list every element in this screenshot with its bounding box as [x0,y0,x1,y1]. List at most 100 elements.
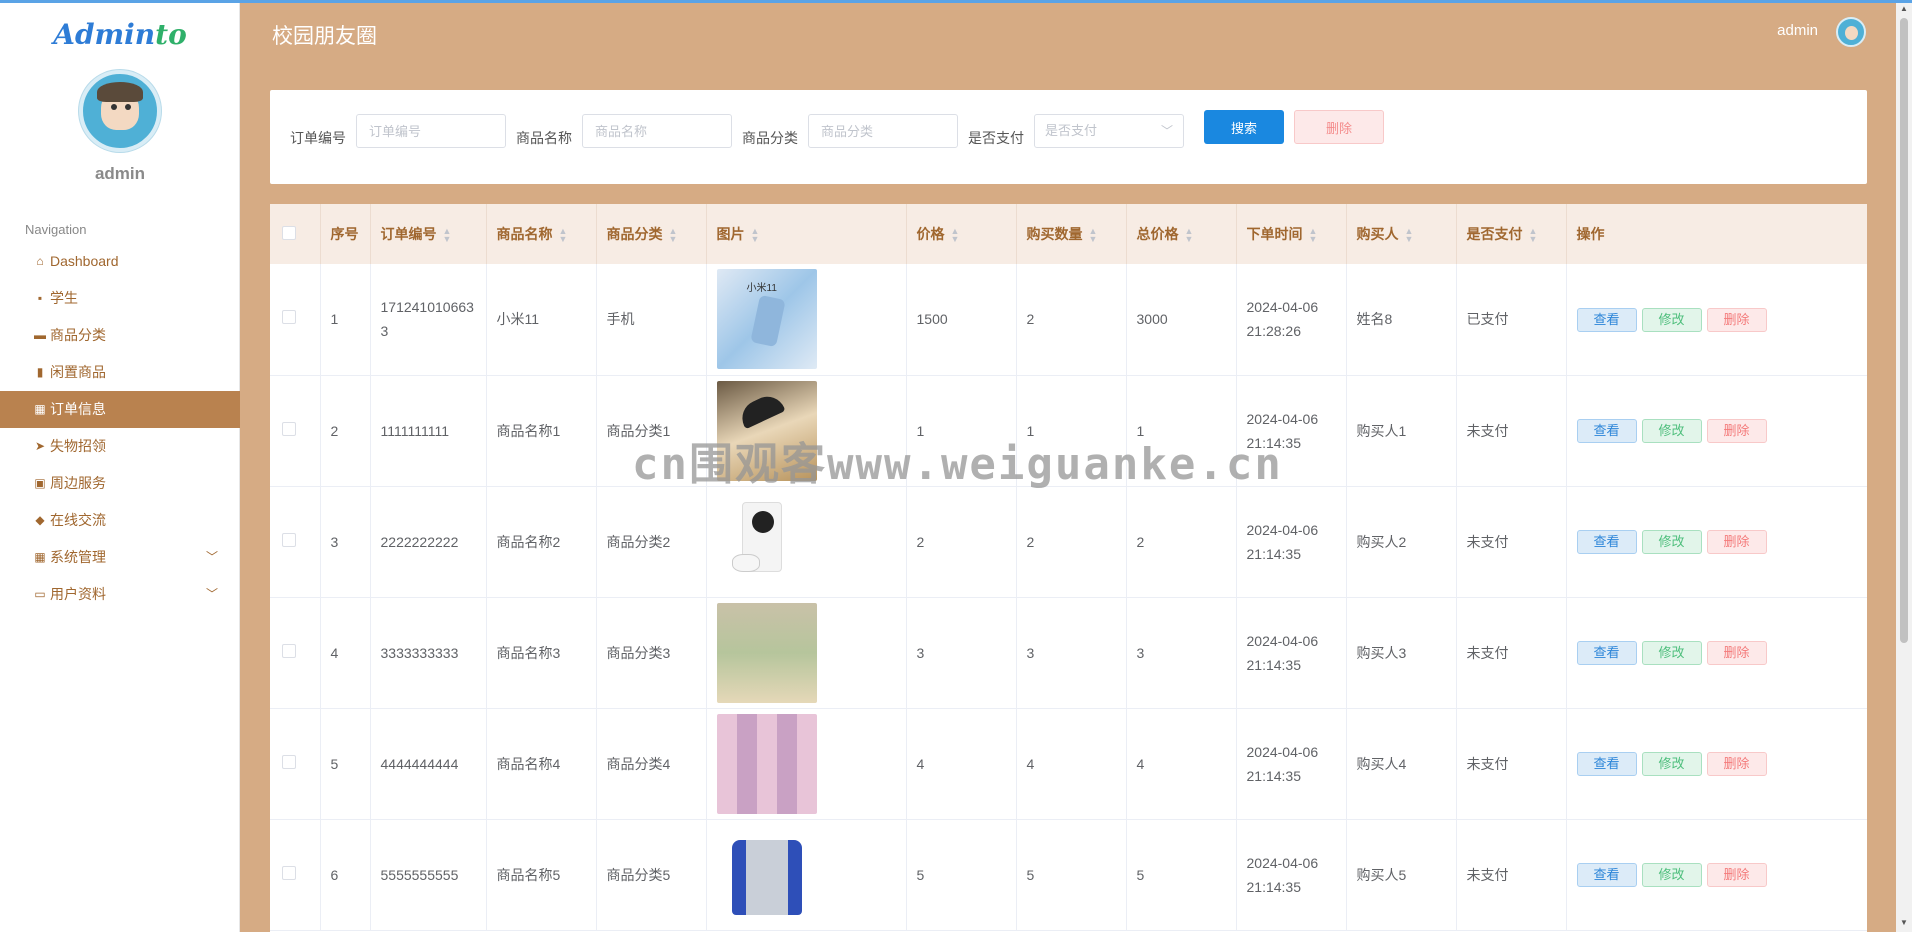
delete-button[interactable]: 删除 [1706,530,1767,554]
view-button[interactable]: 查看 [1576,419,1637,443]
product-image[interactable] [716,824,817,925]
sidebar-item-orders[interactable]: ▦ 订单信息 [0,391,240,428]
product-image[interactable] [716,491,817,592]
row-checkbox[interactable] [282,310,296,325]
sidebar-item-system[interactable]: ▦ 系统管理 ﹀ [0,539,240,576]
cell-index: 6 [320,819,371,931]
admin-avatar[interactable] [79,70,161,152]
row-checkbox[interactable] [282,643,296,658]
row-checkbox[interactable] [282,421,296,436]
column-header[interactable]: 图片 ▲ ▼ [706,204,907,264]
batch-delete-button[interactable]: 删除 [1294,110,1384,144]
sort-icon[interactable]: ▲ ▼ [1405,227,1414,244]
search-button[interactable]: 搜索 [1204,110,1284,144]
cell-category: 商品分类2 [596,486,707,598]
delete-button[interactable]: 删除 [1706,641,1767,665]
column-header[interactable]: 订单编号 ▲ ▼ [370,204,487,264]
edit-button[interactable]: 修改 [1641,307,1702,332]
sidebar-item-profile[interactable]: ▭ 用户资料 ﹀ [0,576,240,613]
product-image[interactable] [716,602,817,703]
page-scrollbar[interactable]: ▲ ▼ [1896,0,1912,932]
sort-icon[interactable]: ▲ ▼ [1529,227,1538,244]
thumb-icon: ◆ [35,513,45,527]
row-select-cell [270,708,321,820]
product-image[interactable] [716,713,817,814]
cell-time: 2024-04-06 21:28:26 [1236,264,1347,376]
cell-image [706,708,907,820]
scroll-down-icon[interactable]: ▼ [1900,918,1908,927]
cell-price: 3 [906,597,1017,709]
delete-button[interactable]: 删除 [1706,863,1767,887]
brand-logo[interactable]: Adminto [0,18,240,51]
paid-select[interactable]: 是否支付 ﹀ [1034,114,1184,148]
select-all-checkbox[interactable] [282,225,296,240]
cell-qty: 2 [1016,264,1127,376]
sidebar-item-categories[interactable]: ▬ 商品分类 [0,317,240,354]
scrollbar-thumb[interactable] [1900,18,1908,643]
sort-icon[interactable]: ▲ ▼ [951,227,960,244]
delete-button[interactable]: 删除 [1706,307,1767,332]
column-header[interactable]: 商品分类 ▲ ▼ [596,204,707,264]
sidebar-item-services[interactable]: ▣ 周边服务 [0,465,240,502]
sort-icon[interactable]: ▲ ▼ [669,227,678,244]
paid-label: 是否支付 [968,130,1024,146]
scroll-up-icon[interactable]: ▲ [1900,4,1908,13]
edit-button[interactable]: 修改 [1641,752,1702,776]
column-header[interactable]: 价格 ▲ ▼ [906,204,1017,264]
header-avatar[interactable] [1836,17,1866,47]
sort-icon[interactable]: ▲ ▼ [559,227,568,244]
avatar-hair [97,82,143,102]
sort-icon[interactable]: ▲ ▼ [751,227,760,244]
sidebar-item-lost-found[interactable]: ➤ 失物招领 [0,428,240,465]
delete-button[interactable]: 删除 [1706,752,1767,776]
view-button[interactable]: 查看 [1576,863,1637,887]
order-time-text: 2024-04-06 21:14:35 [1246,854,1319,895]
cell-paid: 未支付 [1456,486,1567,598]
row-checkbox[interactable] [282,532,296,547]
edit-button[interactable]: 修改 [1641,641,1702,665]
delete-button[interactable]: 删除 [1706,419,1767,443]
column-header[interactable]: 下单时间 ▲ ▼ [1236,204,1347,264]
table-row: 4 3333333333 商品名称3 商品分类3 3 3 3 2024-04-0… [270,597,1867,709]
edit-button[interactable]: 修改 [1641,863,1702,887]
sidebar-item-idle-goods[interactable]: ▮ 闲置商品 [0,354,240,391]
column-header[interactable]: 是否支付 ▲ ▼ [1456,204,1567,264]
row-checkbox[interactable] [282,865,296,880]
cell-product-name: 商品名称3 [486,597,597,709]
cell-order-no: 1111111111 [370,375,487,487]
sidebar-item-chat[interactable]: ◆ 在线交流 [0,502,240,539]
edit-button[interactable]: 修改 [1641,530,1702,554]
column-header[interactable]: 商品名称 ▲ ▼ [486,204,597,264]
edit-button[interactable]: 修改 [1641,419,1702,443]
sort-icon[interactable]: ▲ ▼ [1089,227,1098,244]
avatar-face [1845,26,1858,40]
product-name-input[interactable] [582,114,732,148]
column-label: 图片 [716,226,745,242]
view-button[interactable]: 查看 [1576,641,1637,665]
cell-image: 小米11 [706,264,907,376]
sort-icon[interactable]: ▲ ▼ [1185,227,1194,244]
row-checkbox[interactable] [282,754,296,769]
column-label: 总价格 [1136,226,1179,242]
sidebar-item-dashboard[interactable]: ⌂ Dashboard [0,243,240,280]
column-header[interactable]: 购买人 ▲ ▼ [1346,204,1457,264]
cell-time: 2024-04-06 21:14:35 [1236,597,1347,709]
view-button[interactable]: 查看 [1576,530,1637,554]
sort-icon[interactable]: ▲ ▼ [443,227,452,244]
view-button[interactable]: 查看 [1576,752,1637,776]
cell-index: 1 [320,264,371,376]
product-image[interactable]: 小米11 [716,269,817,370]
column-header[interactable]: 购买数量 ▲ ▼ [1016,204,1127,264]
cell-index: 2 [320,375,371,487]
chevron-down-icon: ﹀ [1160,124,1173,138]
sort-icon[interactable]: ▲ ▼ [1309,227,1318,244]
column-label: 购买数量 [1026,226,1083,242]
category-input[interactable] [808,114,958,148]
order-no-input[interactable] [356,114,506,148]
column-header[interactable]: 总价格 ▲ ▼ [1126,204,1237,264]
view-button[interactable]: 查看 [1576,307,1637,332]
sidebar-item-students[interactable]: ▪ 学生 [0,280,240,317]
header-username[interactable]: admin [1777,22,1818,39]
cell-price: 5 [906,819,1017,931]
sidebar: Adminto admin Navigation ⌂ Dashboard ▪ 学生 … [0,0,240,932]
